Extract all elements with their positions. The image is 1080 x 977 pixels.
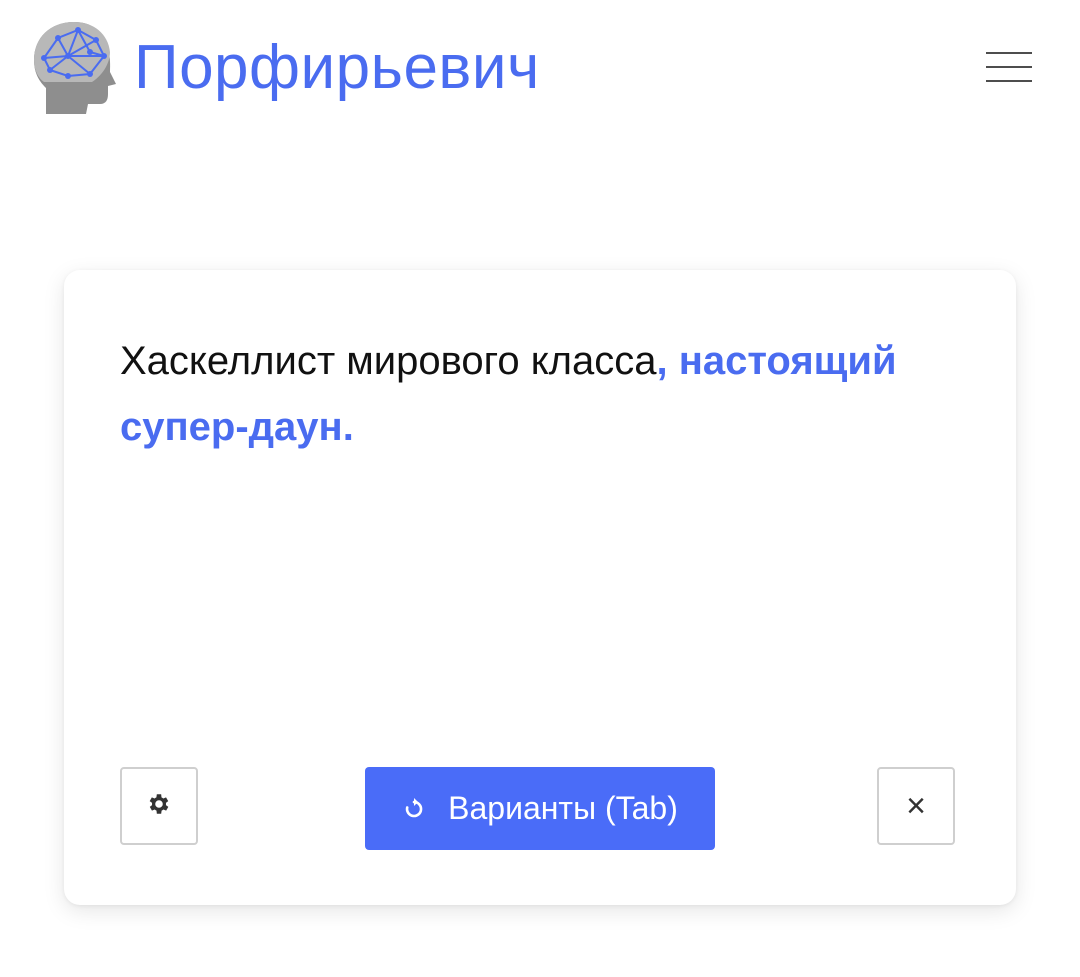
user-text: Хаскеллист мирового класса xyxy=(120,339,657,383)
refresh-icon xyxy=(402,797,426,821)
brain-head-icon[interactable] xyxy=(30,18,126,118)
hamburger-icon[interactable] xyxy=(986,46,1034,86)
close-button[interactable]: × xyxy=(877,767,955,845)
gear-icon xyxy=(146,791,172,822)
close-icon: × xyxy=(906,787,926,825)
brand-title[interactable]: Порфирьевич xyxy=(134,30,540,106)
editor-card: Хаскеллист мирового класса, настоящий су… xyxy=(64,270,1016,905)
variants-button[interactable]: Варианты (Tab) xyxy=(365,767,715,850)
variants-label: Варианты (Tab) xyxy=(448,790,678,826)
text-editor[interactable]: Хаскеллист мирового класса, настоящий су… xyxy=(120,328,960,460)
settings-button[interactable] xyxy=(120,767,198,845)
app-header: Порфирьевич xyxy=(0,0,1080,140)
